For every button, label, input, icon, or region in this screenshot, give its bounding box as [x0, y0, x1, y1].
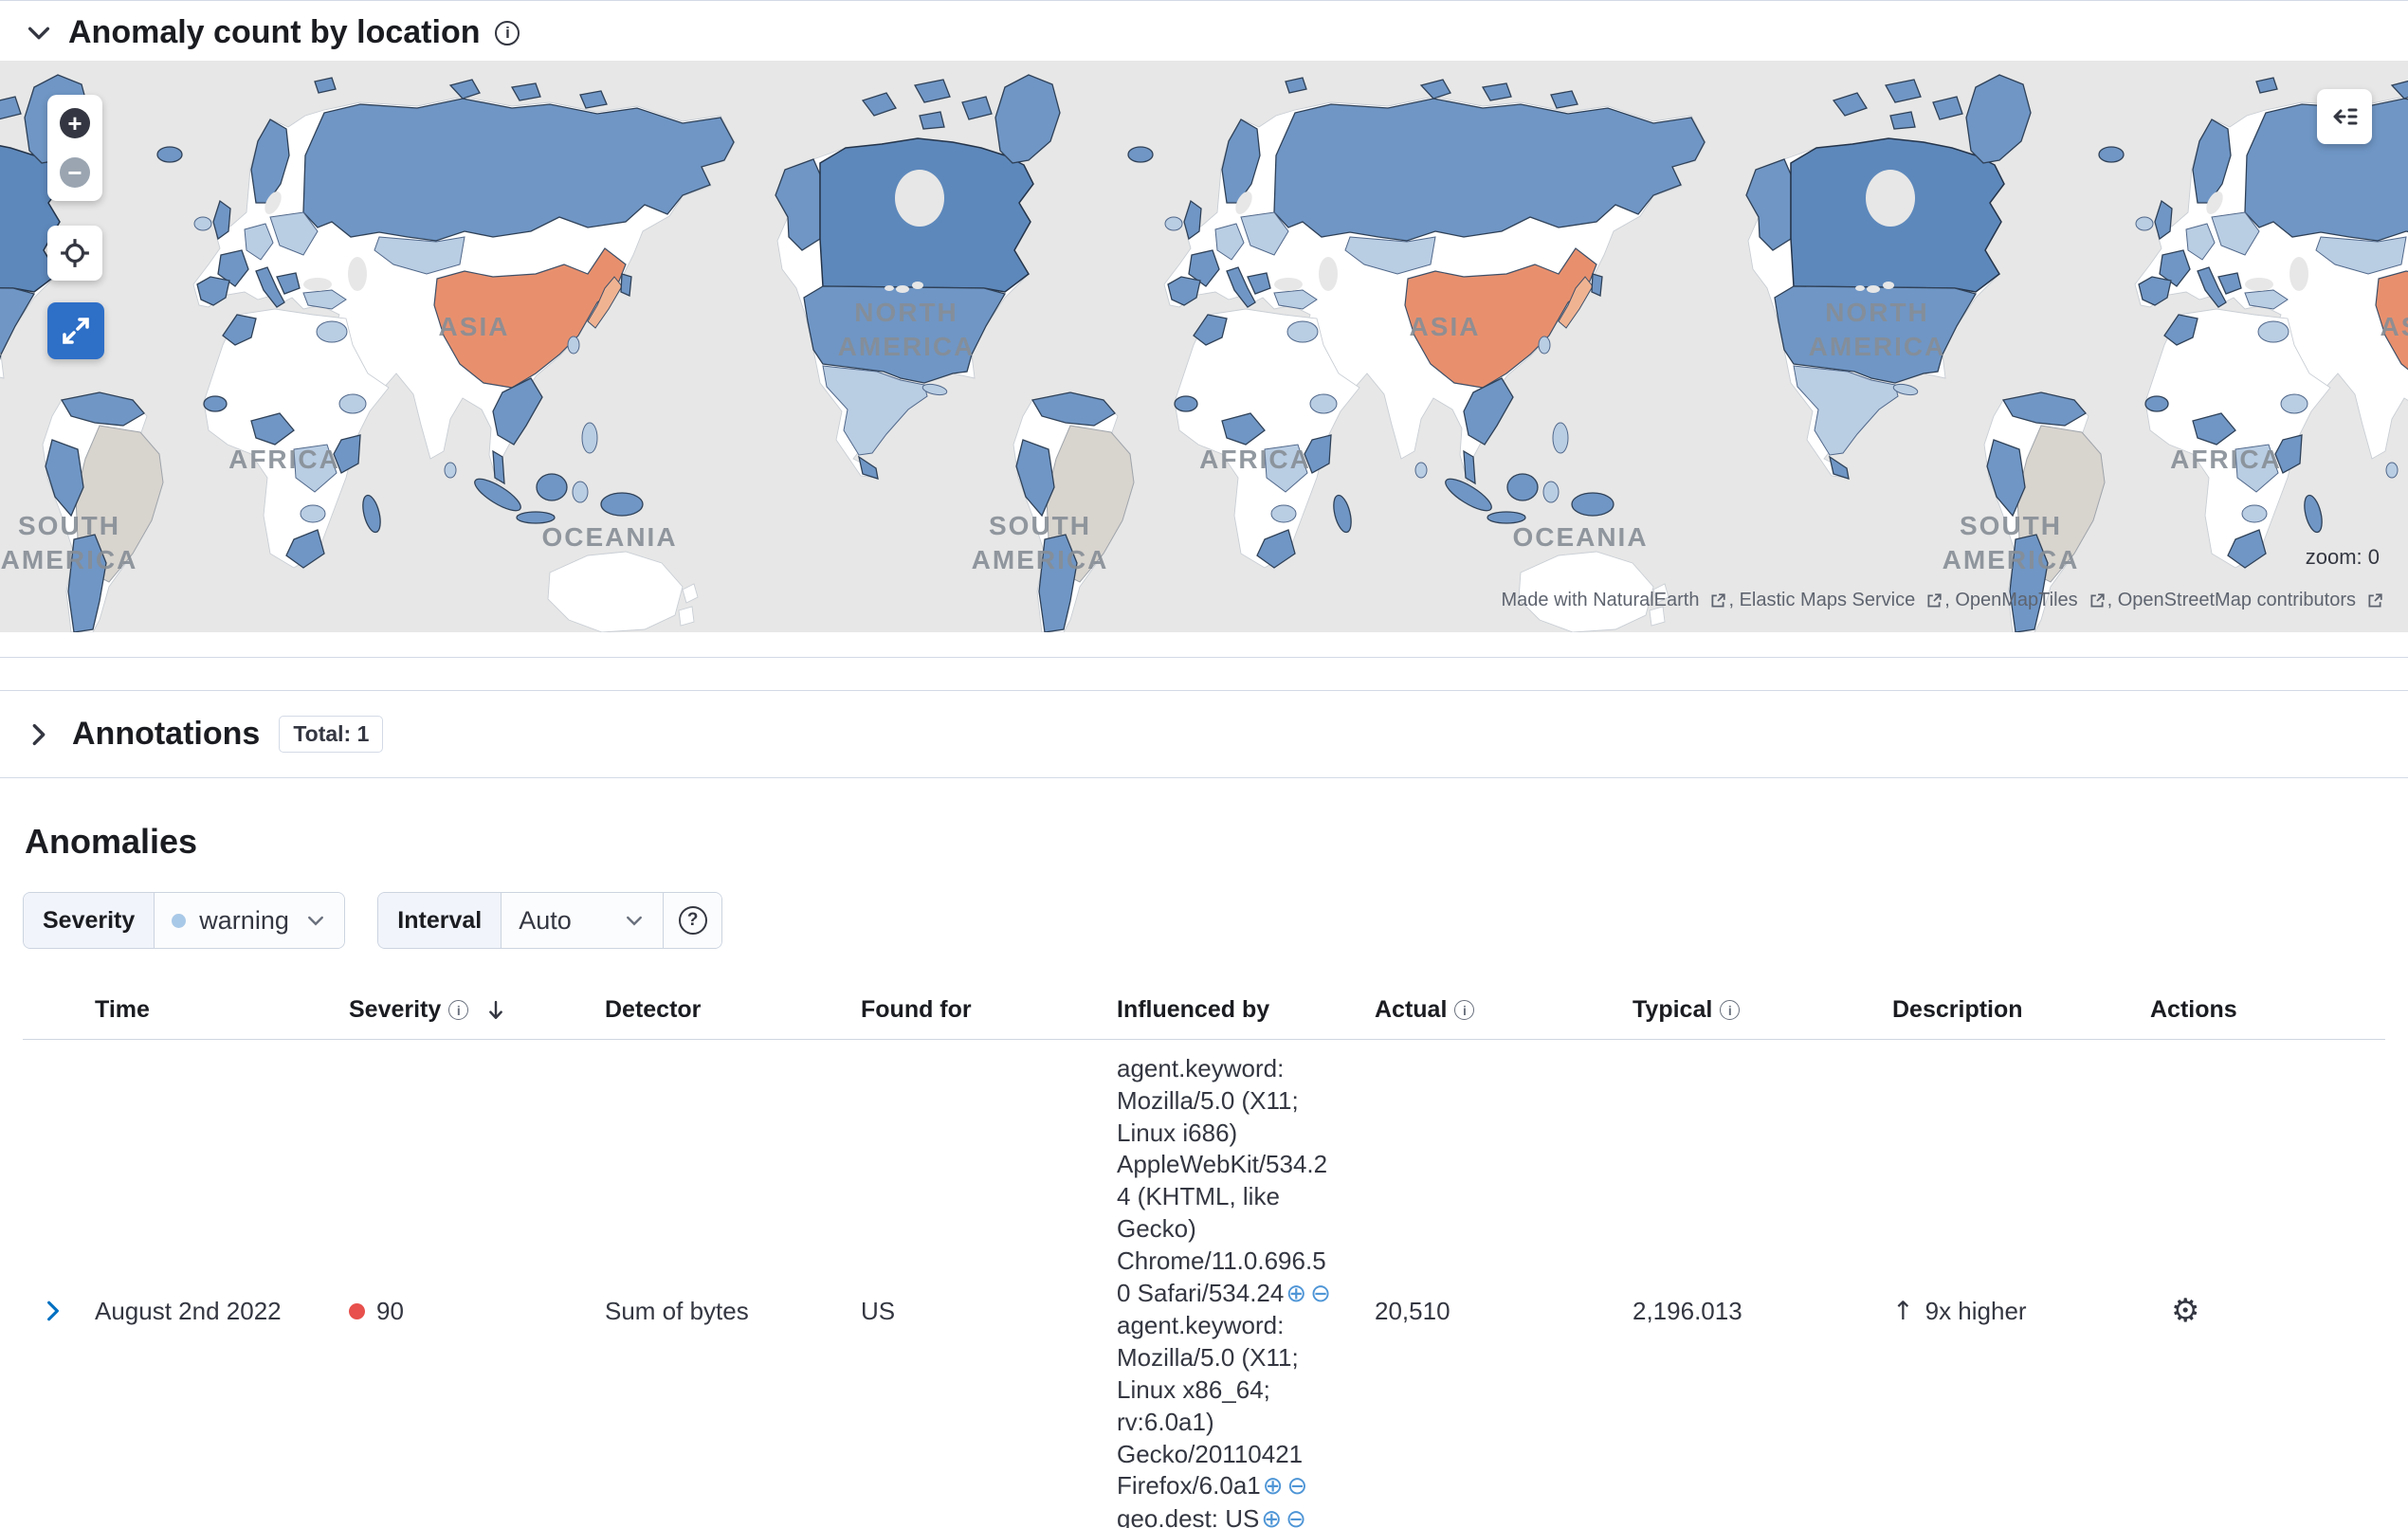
annotations-panel-header: Annotations Total: 1	[0, 691, 2408, 777]
add-filter-icon[interactable]: ⊕	[1261, 1472, 1286, 1501]
sort-descending-icon[interactable]	[483, 998, 508, 1023]
chevron-down-icon	[27, 27, 50, 39]
add-filter-icon[interactable]: ⊕	[1284, 1280, 1308, 1308]
column-header-severity[interactable]: Severity i	[334, 981, 590, 1039]
severity-filter-label: Severity	[24, 893, 155, 948]
critical-severity-dot-icon	[349, 1302, 365, 1319]
column-header-influenced-by[interactable]: Influenced by	[1102, 981, 1359, 1039]
table-row: August 2nd 2022 90 Sum of bytes US agent…	[23, 1040, 2385, 1528]
remove-filter-icon[interactable]: ⊖	[1284, 1505, 1308, 1528]
map-attribution: Made with NaturalEarth , Elastic Maps Se…	[1501, 590, 2385, 611]
severity-score: 90	[376, 1296, 404, 1325]
gear-icon[interactable]: ⚙	[2171, 1292, 2199, 1330]
anomalies-filters: Severity warning Interval Auto ?	[23, 892, 2385, 949]
anomalies-section: Anomalies Severity warning Interval Auto…	[0, 822, 2408, 1528]
annotations-total-badge: Total: 1	[279, 716, 384, 753]
remove-filter-icon[interactable]: ⊖	[1308, 1280, 1333, 1308]
severity-filter-group: Severity warning	[23, 892, 346, 949]
zoom-in-button[interactable]: +	[54, 102, 96, 144]
column-header-detector[interactable]: Detector	[590, 981, 846, 1039]
info-icon[interactable]: i	[1454, 1000, 1475, 1020]
anomalies-title: Anomalies	[25, 822, 198, 861]
map-section-title: Anomaly count by location	[68, 14, 481, 50]
collapse-map-section-button[interactable]	[25, 19, 53, 47]
chevron-right-icon	[32, 723, 46, 745]
question-icon: ?	[678, 906, 707, 935]
external-link-icon	[1711, 592, 1726, 608]
minus-icon: −	[60, 157, 90, 188]
influenced-by-cell: agent.keyword: Mozilla/5.0 (X11; Linux i…	[1102, 1049, 1359, 1528]
warning-severity-dot-icon	[172, 913, 187, 928]
full-screen-map-button[interactable]	[47, 302, 104, 359]
description-text: 9x higher	[1925, 1296, 2027, 1325]
expand-row-cell	[23, 1294, 80, 1328]
column-header-actual[interactable]: Actual i	[1359, 981, 1617, 1039]
fit-to-data-button[interactable]	[47, 226, 102, 281]
chevron-down-icon	[627, 916, 643, 926]
external-link-icon	[1927, 592, 1942, 608]
expand-icon	[63, 318, 89, 344]
anomaly-choropleth-map[interactable]: ASIA NORTH AMERICA AFRICA SOUTH AMERICA …	[0, 61, 2408, 632]
interval-filter-group: Interval Auto ?	[377, 892, 723, 949]
influencer-entry: geo.dest: US⊕ ⊖	[1117, 1504, 1308, 1528]
map-zoom-panel: + −	[47, 95, 102, 201]
severity-select[interactable]: warning	[155, 893, 345, 948]
chevron-down-icon	[308, 916, 324, 926]
severity-cell: 90	[334, 1293, 590, 1330]
expand-column-header	[23, 981, 80, 1039]
influencer-entry: agent.keyword: Mozilla/5.0 (X11; Linux x…	[1117, 1311, 1310, 1501]
table-header-row: Time Severity i Detector Found for Influ…	[23, 981, 2385, 1040]
add-filter-icon[interactable]: ⊕	[1259, 1505, 1284, 1528]
description-cell[interactable]: ↑ 9x higher	[1877, 1293, 2135, 1330]
attribution-link[interactable]: , OpenMapTiles	[1944, 590, 2077, 611]
expand-annotations-button[interactable]	[25, 720, 53, 749]
found-for-cell: US	[861, 1296, 896, 1325]
time-cell: August 2nd 2022	[95, 1296, 282, 1325]
column-header-actions: Actions	[2150, 996, 2237, 1023]
external-link-icon	[2368, 592, 2382, 608]
typical-cell: 2,196.013	[1633, 1296, 1742, 1325]
arrow-up-icon: ↑	[1892, 1296, 1914, 1326]
interval-select-value: Auto	[519, 905, 572, 935]
anomalies-table: Time Severity i Detector Found for Influ…	[23, 981, 2385, 1528]
remove-filter-icon[interactable]: ⊖	[1286, 1472, 1310, 1501]
collapse-left-icon	[2333, 108, 2358, 125]
attribution-link[interactable]: , OpenStreetMap contributors	[2107, 590, 2356, 611]
interval-select[interactable]: Auto	[502, 893, 664, 948]
annotations-title: Annotations	[72, 716, 261, 752]
interval-filter-label: Interval	[378, 893, 502, 948]
expand-row-button[interactable]	[40, 1298, 66, 1324]
crosshair-icon	[61, 239, 89, 267]
influencer-entry: agent.keyword: Mozilla/5.0 (X11; Linux i…	[1117, 1054, 1333, 1308]
interval-help-button[interactable]: ?	[663, 893, 722, 948]
severity-select-value: warning	[199, 905, 289, 935]
attribution-link[interactable]: Made with NaturalEarth	[1501, 590, 1699, 611]
map-panel: Anomaly count by location i + − zoom: 0 …	[0, 1, 2408, 632]
attribution-link[interactable]: , Elastic Maps Service	[1728, 590, 1915, 611]
world-map-canvas[interactable]: ASIA NORTH AMERICA AFRICA SOUTH AMERICA …	[0, 61, 2408, 632]
actual-cell: 20,510	[1375, 1296, 1450, 1325]
external-link-icon	[2090, 592, 2105, 608]
map-zoom-level: zoom: 0	[2305, 545, 2380, 569]
column-header-typical[interactable]: Typical i	[1617, 981, 1877, 1039]
plus-icon: +	[60, 108, 90, 138]
chevron-right-icon	[47, 1301, 59, 1321]
info-icon[interactable]: i	[1720, 1000, 1741, 1020]
detector-cell: Sum of bytes	[605, 1296, 749, 1325]
column-header-description[interactable]: Description	[1877, 981, 2135, 1039]
map-panel-header: Anomaly count by location i	[0, 1, 2408, 61]
divider	[0, 777, 2408, 778]
column-header-time[interactable]: Time	[80, 981, 334, 1039]
info-icon[interactable]: i	[448, 1000, 469, 1020]
collapse-legend-button[interactable]	[2317, 89, 2372, 144]
zoom-out-button[interactable]: −	[54, 152, 96, 193]
column-header-found-for[interactable]: Found for	[846, 981, 1102, 1039]
actions-cell: ⚙	[2135, 1288, 2385, 1334]
info-icon[interactable]: i	[495, 20, 520, 45]
